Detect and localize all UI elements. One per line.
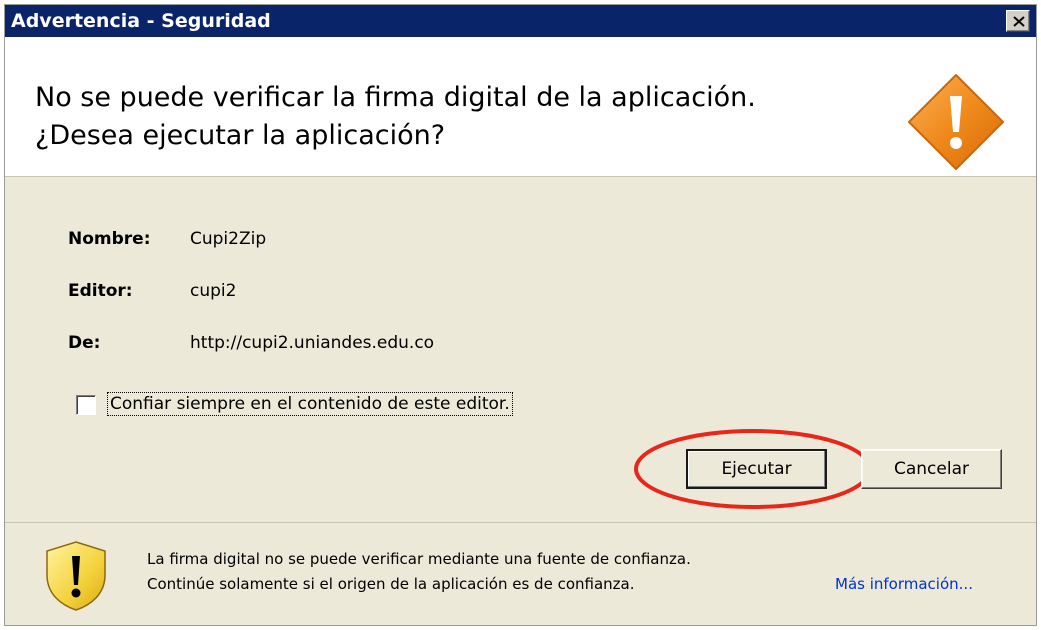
close-button[interactable] (1006, 10, 1030, 32)
cancel-button[interactable]: Cancelar (861, 449, 1002, 489)
name-label: Nombre: (68, 229, 151, 249)
heading-line-2: ¿Desea ejecutar la aplicación? (35, 120, 446, 151)
trust-publisher-checkbox[interactable] (76, 395, 96, 415)
title-bar[interactable]: Advertencia - Seguridad (5, 5, 1036, 37)
footer-message: La firma digital no se puede verificar m… (147, 547, 807, 597)
footer-line-2: Continúe solamente si el origen de la ap… (147, 575, 635, 593)
security-warning-dialog: Advertencia - Seguridad No se puede veri… (4, 4, 1037, 626)
publisher-label: Editor: (68, 281, 133, 301)
dialog-header: No se puede verificar la firma digital d… (5, 37, 1036, 177)
from-value: http://cupi2.uniandes.edu.co (190, 333, 435, 353)
warning-heading: No se puede verificar la firma digital d… (35, 79, 885, 155)
close-icon (1013, 16, 1025, 27)
from-label: De: (68, 333, 101, 353)
trust-publisher-label[interactable]: Confiar siempre en el contenido de este … (107, 392, 513, 416)
run-button[interactable]: Ejecutar (686, 449, 827, 489)
footer-line-1: La firma digital no se puede verificar m… (147, 550, 691, 568)
footer-panel: La firma digital no se puede verificar m… (5, 522, 1036, 625)
warning-diamond-icon (908, 74, 1004, 170)
heading-line-1: No se puede verificar la firma digital d… (35, 82, 756, 113)
details-panel: Nombre: Cupi2Zip Editor: cupi2 De: http:… (5, 177, 1036, 522)
window-title: Advertencia - Seguridad (11, 10, 271, 32)
name-value: Cupi2Zip (190, 229, 267, 249)
publisher-value: cupi2 (190, 281, 237, 301)
shield-warning-icon (46, 541, 106, 611)
more-info-link[interactable]: Más información... (835, 575, 973, 593)
